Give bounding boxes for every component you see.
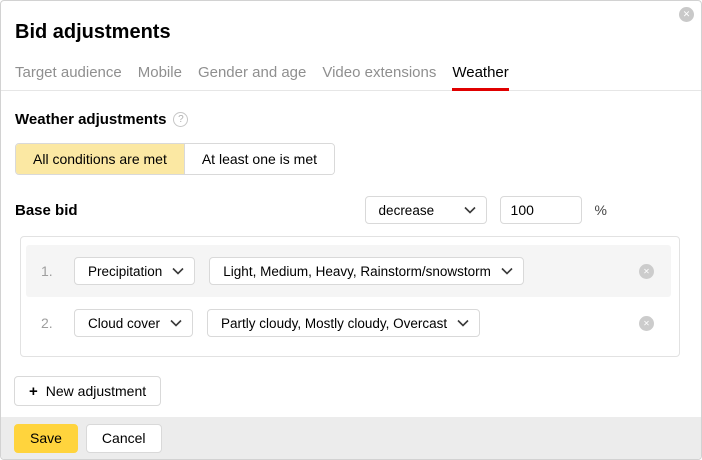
remove-condition-button[interactable]: ✕ (639, 264, 654, 279)
dialog-header: Bid adjustments (1, 1, 701, 44)
condition-index: 2. (41, 315, 61, 331)
condition-row-2: 2. Cloud cover Partly cloudy, Mostly clo… (26, 297, 671, 349)
page-title: Bid adjustments (15, 20, 687, 44)
new-adjustment-button[interactable]: + New adjustment (14, 376, 161, 406)
remove-condition-button[interactable]: ✕ (639, 316, 654, 331)
help-icon[interactable]: ? (173, 112, 188, 127)
chevron-down-icon (501, 267, 513, 275)
new-adjustment-label: New adjustment (46, 383, 146, 399)
section-label: Weather adjustments (15, 111, 166, 128)
chevron-down-icon (464, 206, 476, 214)
chevron-down-icon (172, 267, 184, 275)
tab-mobile[interactable]: Mobile (138, 64, 182, 90)
bid-adjustments-dialog: ✕ Bid adjustments Target audience Mobile… (0, 0, 702, 460)
condition-parameter-value: Cloud cover (88, 316, 160, 331)
circle-x-icon: ✕ (643, 319, 650, 328)
condition-values-value: Light, Medium, Heavy, Rainstorm/snowstor… (223, 264, 491, 279)
close-button[interactable]: ✕ (679, 7, 694, 22)
condition-index: 1. (41, 263, 61, 279)
tab-weather[interactable]: Weather (452, 64, 508, 90)
chevron-down-icon (457, 319, 469, 327)
toggle-all-conditions[interactable]: All conditions are met (16, 144, 184, 174)
dialog-footer: Save Cancel (1, 417, 701, 459)
tab-gender-and-age[interactable]: Gender and age (198, 64, 306, 90)
condition-values-select[interactable]: Light, Medium, Heavy, Rainstorm/snowstor… (209, 257, 524, 285)
save-button[interactable]: Save (14, 424, 78, 453)
base-bid-controls: decrease % (365, 196, 607, 224)
cancel-button[interactable]: Cancel (86, 424, 162, 453)
bid-direction-value: decrease (379, 203, 435, 218)
condition-parameter-select[interactable]: Precipitation (74, 257, 195, 285)
tab-content: Weather adjustments ? All conditions are… (1, 111, 701, 406)
circle-x-icon: ✕ (643, 267, 650, 276)
percent-sign: % (595, 202, 607, 218)
condition-parameter-select[interactable]: Cloud cover (74, 309, 193, 337)
tab-video-extensions[interactable]: Video extensions (322, 64, 436, 90)
close-icon: ✕ (683, 9, 691, 19)
plus-icon: + (29, 384, 38, 399)
condition-values-select[interactable]: Partly cloudy, Mostly cloudy, Overcast (207, 309, 480, 337)
base-bid-label: Base bid (15, 202, 78, 219)
condition-mode-toggle: All conditions are met At least one is m… (15, 143, 335, 175)
tab-target-audience[interactable]: Target audience (15, 64, 122, 90)
condition-row-1: 1. Precipitation Light, Medium, Heavy, R… (26, 245, 671, 297)
tab-bar: Target audience Mobile Gender and age Vi… (1, 64, 701, 91)
weather-adjustments-header: Weather adjustments ? (15, 111, 687, 128)
base-bid-row: Base bid decrease % (15, 196, 687, 224)
condition-values-value: Partly cloudy, Mostly cloudy, Overcast (221, 316, 447, 331)
bid-direction-select[interactable]: decrease (365, 196, 487, 224)
conditions-container: 1. Precipitation Light, Medium, Heavy, R… (20, 236, 680, 357)
percent-input[interactable] (500, 196, 582, 224)
toggle-at-least-one[interactable]: At least one is met (184, 144, 334, 174)
chevron-down-icon (170, 319, 182, 327)
condition-parameter-value: Precipitation (88, 264, 162, 279)
